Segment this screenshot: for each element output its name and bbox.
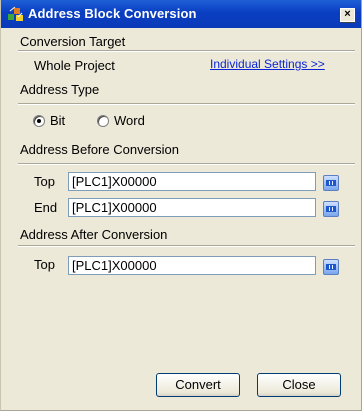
- before-end-input[interactable]: [68, 198, 316, 217]
- divider: [18, 103, 355, 105]
- bit-radio[interactable]: [33, 115, 45, 127]
- dialog-window: Address Block Conversion × Conversion Ta…: [0, 0, 362, 411]
- address-before-label: Address Before Conversion: [20, 142, 179, 157]
- close-button[interactable]: Close: [257, 373, 341, 397]
- convert-button[interactable]: Convert: [156, 373, 240, 397]
- word-radio-label[interactable]: Word: [114, 113, 145, 128]
- after-top-label: Top: [34, 257, 55, 272]
- keypad-icon[interactable]: [323, 259, 339, 275]
- keypad-icon[interactable]: [323, 175, 339, 191]
- before-end-label: End: [34, 200, 58, 215]
- window-title: Address Block Conversion: [28, 6, 197, 21]
- divider: [18, 163, 355, 165]
- word-radio[interactable]: [97, 115, 109, 127]
- title-bar[interactable]: Address Block Conversion ×: [1, 0, 361, 28]
- keypad-icon[interactable]: [323, 201, 339, 217]
- app-icon: [8, 6, 23, 21]
- address-after-label: Address After Conversion: [20, 227, 168, 242]
- divider: [18, 245, 355, 247]
- bit-radio-label[interactable]: Bit: [50, 113, 65, 128]
- close-icon[interactable]: ×: [340, 8, 355, 22]
- address-type-label: Address Type: [20, 82, 100, 97]
- divider: [18, 50, 355, 52]
- whole-project-label: Whole Project: [34, 58, 115, 73]
- individual-settings-link[interactable]: Individual Settings >>: [210, 57, 325, 71]
- conversion-target-label: Conversion Target: [20, 34, 126, 49]
- before-top-label: Top: [34, 174, 55, 189]
- before-top-input[interactable]: [68, 172, 316, 191]
- after-top-input[interactable]: [68, 256, 316, 275]
